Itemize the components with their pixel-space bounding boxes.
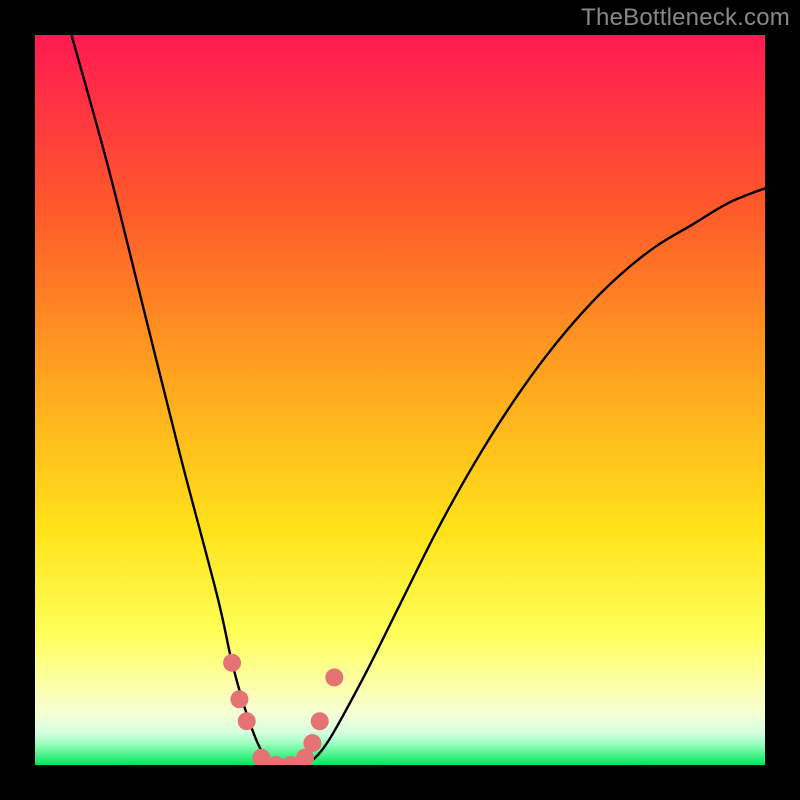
chart-frame: TheBottleneck.com (0, 0, 800, 800)
curve-marker (325, 668, 343, 686)
bottleneck-curve (35, 35, 765, 765)
curve-marker (303, 734, 321, 752)
curve-markers (223, 654, 343, 765)
curve-marker (311, 712, 329, 730)
curve-marker (223, 654, 241, 672)
curve-marker (230, 690, 248, 708)
watermark-text: TheBottleneck.com (581, 4, 790, 32)
plot-area (35, 35, 765, 765)
curve-marker (238, 712, 256, 730)
